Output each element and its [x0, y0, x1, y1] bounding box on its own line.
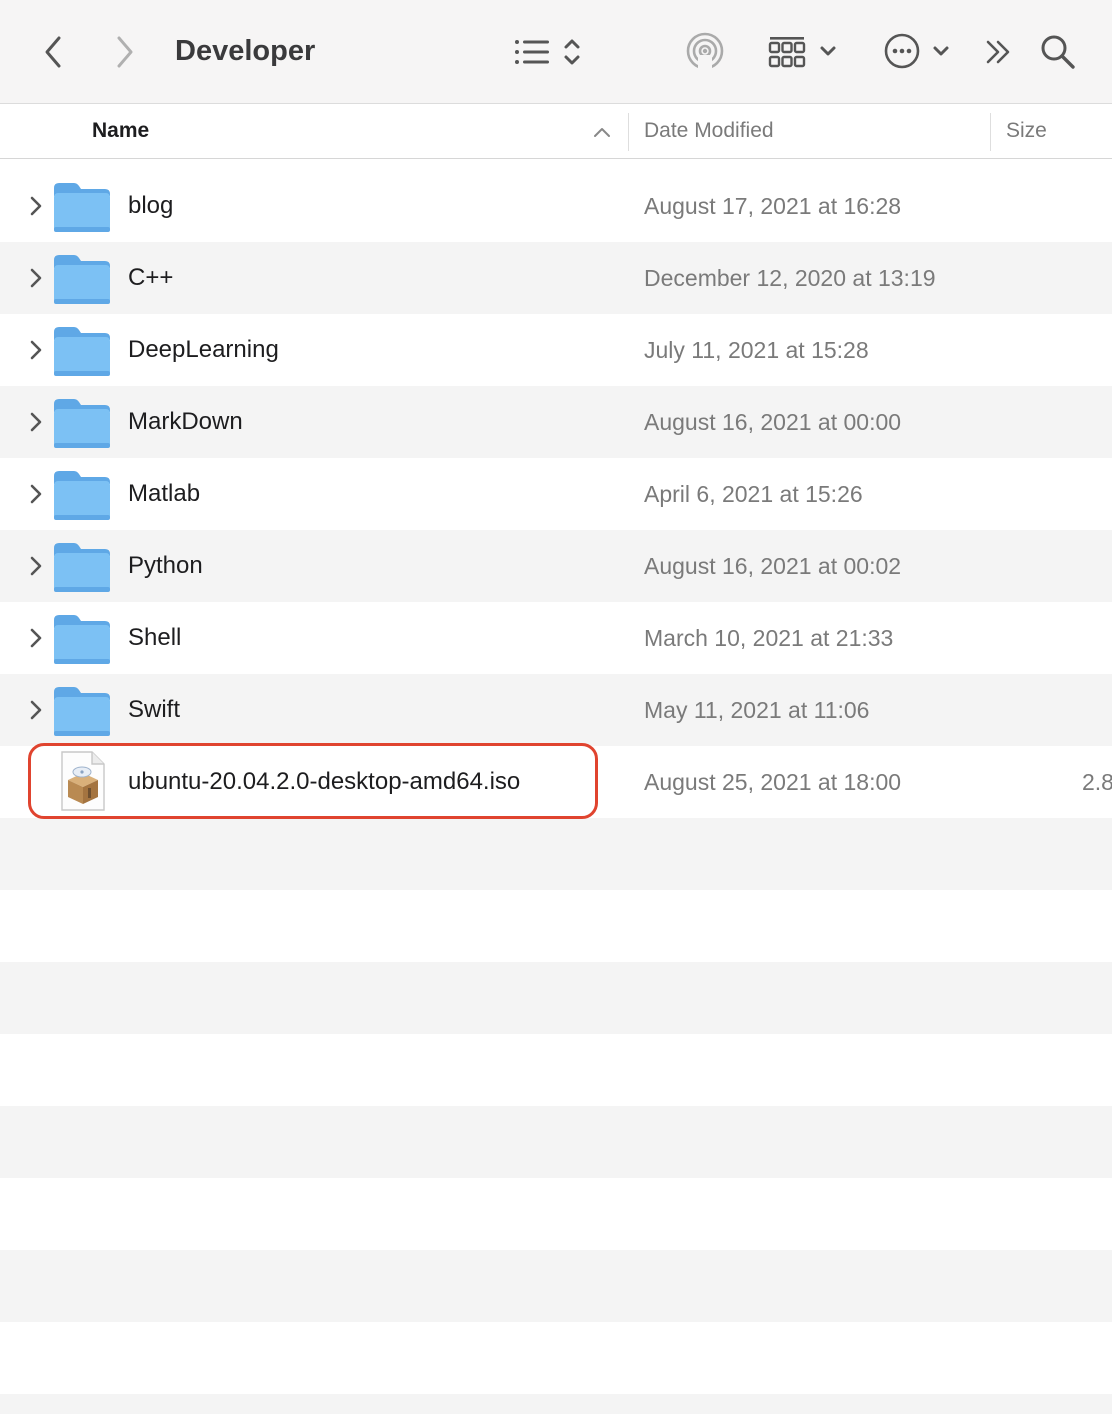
- folder-icon: [52, 252, 112, 306]
- empty-row: [0, 1322, 1112, 1394]
- folder-icon: [52, 612, 112, 666]
- disclosure-chevron-icon[interactable]: [26, 411, 46, 433]
- file-date: July 11, 2021 at 15:28: [644, 337, 869, 363]
- file-date: December 12, 2020 at 13:19: [644, 265, 936, 291]
- empty-row: [0, 1250, 1112, 1322]
- folder-icon: [52, 180, 112, 234]
- file-date: April 6, 2021 at 15:26: [644, 481, 863, 507]
- column-date-header[interactable]: Date Modified: [644, 105, 774, 159]
- file-row[interactable]: Shell March 10, 2021 at 21:33: [0, 602, 1112, 674]
- file-row[interactable]: DeepLearning July 11, 2021 at 15:28: [0, 314, 1112, 386]
- folder-icon: [52, 324, 112, 378]
- empty-row: [0, 1394, 1112, 1414]
- file-name: Swift: [128, 696, 181, 723]
- file-name: blog: [128, 192, 174, 219]
- file-date: May 11, 2021 at 11:06: [644, 697, 870, 723]
- disk-image-icon: [58, 750, 108, 812]
- column-separator[interactable]: [628, 113, 629, 151]
- file-date: August 25, 2021 at 18:00: [644, 769, 902, 795]
- empty-row: [0, 818, 1112, 890]
- disclosure-chevron-icon[interactable]: [26, 555, 46, 577]
- empty-row: [0, 1034, 1112, 1106]
- back-chevron-icon[interactable]: [38, 32, 68, 72]
- sort-ascending-icon[interactable]: [593, 125, 611, 144]
- file-row[interactable]: ubuntu-20.04.2.0-desktop-amd64.iso Augus…: [0, 746, 1112, 818]
- empty-row: [0, 1178, 1112, 1250]
- file-row[interactable]: MarkDown August 16, 2021 at 00:00: [0, 386, 1112, 458]
- folder-icon: [52, 468, 112, 522]
- empty-row: [0, 962, 1112, 1034]
- file-date: March 10, 2021 at 21:33: [644, 625, 894, 651]
- empty-row: [0, 890, 1112, 962]
- column-header: Name Date Modified Size: [0, 105, 1112, 159]
- overflow-chevron-icon[interactable]: [982, 34, 1016, 70]
- folder-icon: [52, 684, 112, 738]
- file-date: August 17, 2021 at 16:28: [644, 193, 902, 219]
- file-name: Python: [128, 552, 203, 579]
- empty-row: [0, 1106, 1112, 1178]
- file-name: Shell: [128, 624, 182, 651]
- file-row[interactable]: Python August 16, 2021 at 00:02: [0, 530, 1112, 602]
- file-name: MarkDown: [128, 408, 243, 435]
- folder-icon: [52, 540, 112, 594]
- disclosure-chevron-icon[interactable]: [26, 699, 46, 721]
- file-date: August 16, 2021 at 00:00: [644, 409, 902, 435]
- disclosure-chevron-icon[interactable]: [26, 267, 46, 289]
- forward-chevron-icon[interactable]: [110, 32, 140, 72]
- disclosure-chevron-icon[interactable]: [26, 195, 46, 217]
- file-date: August 16, 2021 at 00:02: [644, 553, 902, 579]
- list-view-icon[interactable]: [508, 32, 588, 72]
- search-icon[interactable]: [1038, 32, 1078, 72]
- file-list: blog August 17, 2021 at 16:28 C++ Decemb…: [0, 170, 1112, 1414]
- airdrop-icon[interactable]: [684, 30, 726, 72]
- file-name: ubuntu-20.04.2.0-desktop-amd64.iso: [128, 768, 521, 795]
- toolbar: Developer: [0, 0, 1112, 104]
- column-separator[interactable]: [990, 113, 991, 151]
- column-size-header[interactable]: Size: [1006, 105, 1047, 159]
- file-name: Matlab: [128, 480, 201, 507]
- file-name: DeepLearning: [128, 336, 279, 363]
- disclosure-chevron-icon[interactable]: [26, 483, 46, 505]
- file-row[interactable]: Matlab April 6, 2021 at 15:26: [0, 458, 1112, 530]
- file-size: 2.8: [1082, 769, 1112, 795]
- column-name-header[interactable]: Name: [92, 105, 149, 159]
- more-actions-icon[interactable]: [882, 30, 954, 72]
- file-row[interactable]: C++ December 12, 2020 at 13:19: [0, 242, 1112, 314]
- window-title: Developer: [175, 35, 316, 67]
- file-row[interactable]: Swift May 11, 2021 at 11:06: [0, 674, 1112, 746]
- disclosure-chevron-icon[interactable]: [26, 339, 46, 361]
- file-row[interactable]: blog August 17, 2021 at 16:28: [0, 170, 1112, 242]
- disclosure-chevron-icon[interactable]: [26, 627, 46, 649]
- folder-icon: [52, 396, 112, 450]
- file-name: C++: [128, 264, 174, 291]
- group-grid-icon[interactable]: [766, 32, 840, 72]
